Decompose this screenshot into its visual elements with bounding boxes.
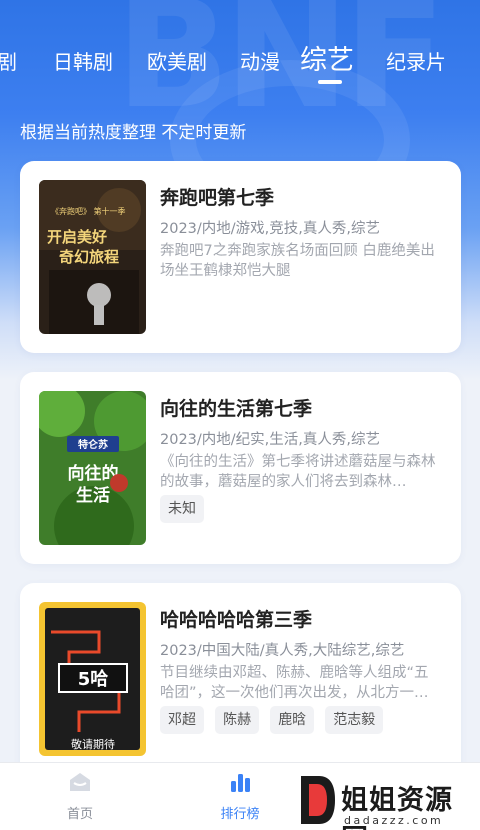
tab-japan-korea-drama[interactable]: 日韩剧	[53, 40, 113, 84]
poster-main-text: 敬请期待	[71, 737, 115, 751]
show-poster: 5哈 敬请期待	[39, 602, 146, 756]
show-poster: 《奔跑吧》 第十一季 开启美好 奇幻旅程	[39, 180, 146, 334]
tag[interactable]: 邓超	[160, 706, 204, 734]
show-meta: 2023/内地/纪实,生活,真人秀,综艺	[160, 432, 380, 448]
tag[interactable]: 鹿晗	[270, 706, 315, 734]
ranking-subtitle: 根据当前热度整理 不定时更新	[20, 123, 247, 143]
show-title: 哈哈哈哈哈第三季	[160, 609, 313, 631]
svg-text:奇幻旅程: 奇幻旅程	[59, 248, 119, 266]
nav-ranking-label: 排行榜	[220, 807, 260, 822]
home-icon	[40, 771, 120, 797]
show-meta: 2023/内地/游戏,竞技,真人秀,综艺	[160, 221, 380, 237]
show-description: 《向往的生活》第七季将讲述蘑菇屋与森林的故事，蘑菇屋的家人们将去到森林…	[160, 454, 436, 490]
nav-home[interactable]: 首页	[40, 771, 120, 822]
poster-top-text: 《奔跑吧》 第十一季	[51, 206, 126, 216]
bar-chart-icon	[200, 771, 280, 797]
svg-text:开启美好: 开启美好	[47, 228, 107, 246]
tag[interactable]: 陈赫	[215, 706, 260, 734]
show-description: 节目继续由邓超、陈赫、鹿晗等人组成“五哈团”，这一次他们再次出发，从北方一…	[160, 665, 429, 701]
tag[interactable]: 范志毅	[325, 706, 384, 734]
show-meta: 2023/中国大陆/真人秀,大陆综艺,综艺	[160, 643, 405, 659]
show-title: 向往的生活第七季	[160, 398, 313, 420]
show-card[interactable]: 5哈 敬请期待 哈哈哈哈哈第三季 2023/中国大陆/真人秀,大陆综艺,综艺 节…	[20, 583, 461, 783]
nav-home-label: 首页	[66, 807, 93, 822]
show-tags: 邓超 陈赫 鹿晗 范志毅	[160, 706, 450, 742]
show-card[interactable]: 《奔跑吧》 第十一季 开启美好 奇幻旅程 奔跑吧第七季 2023/内地/游戏,竞…	[20, 161, 461, 353]
svg-text:生活: 生活	[76, 485, 110, 506]
show-description: 奔跑吧7之奔跑家族名场面回顾 白鹿绝美出场坐王鹤棣郑恺大腿	[160, 243, 435, 279]
show-title: 奔跑吧第七季	[160, 187, 275, 209]
show-tags: 未知	[160, 495, 450, 531]
tab-variety[interactable]: 综艺	[300, 40, 354, 82]
nav-ranking[interactable]: 排行榜	[200, 771, 280, 822]
poster-top-text: 特仑苏	[78, 438, 108, 451]
tag[interactable]: 未知	[160, 495, 204, 523]
tab-partial-drama[interactable]: 剧	[0, 40, 17, 84]
watermark-logo-icon	[301, 776, 335, 824]
tab-documentary[interactable]: 纪录片	[386, 40, 446, 84]
watermark: 姐姐资源网 dadazzz.com	[293, 770, 480, 830]
show-poster: 特仑苏 向往的 生活	[39, 391, 146, 545]
category-tabs: 剧 日韩剧 欧美剧 动漫 综艺 纪录片	[0, 40, 480, 90]
poster-top-text: 5哈	[78, 668, 109, 690]
tab-western-drama[interactable]: 欧美剧	[147, 40, 207, 84]
active-tab-indicator	[318, 80, 342, 84]
show-card[interactable]: 特仑苏 向往的 生活 向往的生活第七季 2023/内地/纪实,生活,真人秀,综艺…	[20, 372, 461, 564]
watermark-url: dadazzz.com	[344, 814, 444, 827]
tab-anime[interactable]: 动漫	[240, 40, 280, 84]
